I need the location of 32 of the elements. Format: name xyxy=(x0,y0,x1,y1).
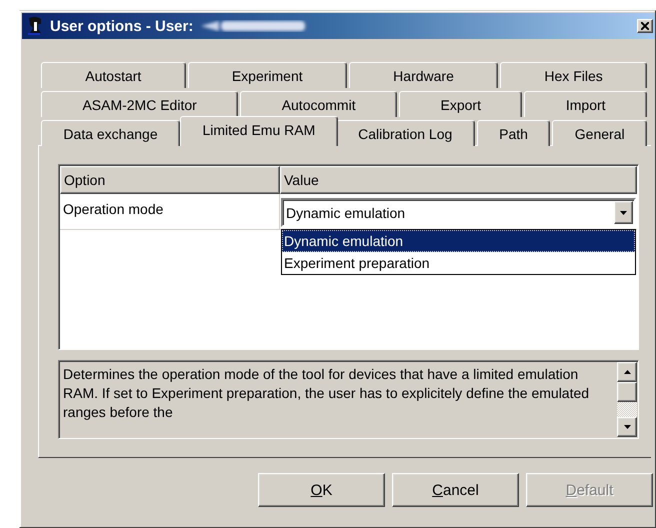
app-icon xyxy=(26,16,44,36)
dropdown-field[interactable]: Dynamic emulation xyxy=(281,198,636,227)
tab[interactable]: Data exchange xyxy=(41,120,180,146)
dialog-button[interactable]: Cancel xyxy=(392,473,519,507)
dropdown-option[interactable]: Dynamic emulation xyxy=(282,230,635,252)
description-text: Determines the operation mode of the tool for devices that have a limited emulation RAM. If set to Experiment preparation, the user has to explicitely define the emulated ranges before the xyxy=(62,365,590,422)
tab[interactable]: Path xyxy=(476,120,550,146)
up-arrow-icon xyxy=(624,370,630,374)
scroll-up-button[interactable] xyxy=(617,362,637,382)
dropdown-option[interactable]: Experiment preparation xyxy=(282,252,635,274)
close-button[interactable] xyxy=(637,19,653,33)
tab[interactable]: Calibration Log xyxy=(336,120,475,146)
table-cell: Operation mode xyxy=(60,194,280,229)
tab[interactable]: Autocommit xyxy=(240,91,398,117)
tab[interactable]: Experiment xyxy=(188,62,347,88)
window-title: User options - User: xyxy=(50,18,194,34)
tab[interactable]: Export xyxy=(399,91,522,117)
tab[interactable]: Hardware xyxy=(348,62,498,88)
tab[interactable]: Import xyxy=(524,91,647,117)
scrollbar-thumb[interactable] xyxy=(617,382,637,402)
tab[interactable]: Limited Emu RAM xyxy=(180,116,338,146)
tab[interactable]: General xyxy=(552,120,648,146)
tab[interactable]: ASAM-2MC Editor xyxy=(41,91,238,117)
column-header[interactable]: Value xyxy=(280,166,637,194)
column-header[interactable]: Option xyxy=(60,166,280,194)
tab[interactable]: Hex Files xyxy=(500,62,648,88)
close-icon xyxy=(641,22,649,30)
down-arrow-icon xyxy=(624,425,630,429)
caret-icon xyxy=(620,210,627,214)
tab[interactable]: Autostart xyxy=(41,62,186,88)
dialog-button[interactable]: OK xyxy=(258,473,385,507)
scroll-down-button[interactable] xyxy=(617,417,637,437)
